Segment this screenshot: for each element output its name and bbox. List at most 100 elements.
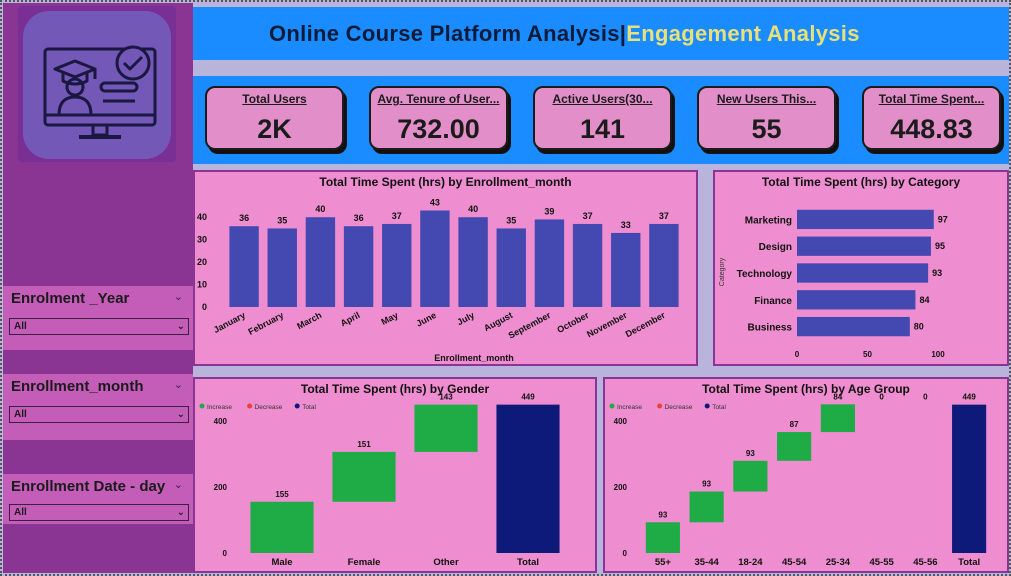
bar (952, 404, 987, 553)
bar (572, 223, 603, 307)
x-tick-label: 0 (795, 350, 800, 359)
x-tick-label: February (246, 310, 285, 337)
dropdown-value: All (14, 321, 27, 332)
x-tick-label: 100 (931, 350, 945, 359)
page-title: Online Course Platform Analysis|Engageme… (269, 21, 860, 47)
panel-category-chart: Total Time Spent (hrs) by Category Categ… (713, 170, 1009, 366)
y-tick-label: 20 (197, 257, 207, 267)
bar (496, 228, 526, 307)
x-tick-label: 55+ (655, 557, 672, 568)
x-tick-label: 45-54 (782, 557, 807, 568)
dropdown-value: All (14, 507, 27, 518)
data-label: 93 (746, 449, 755, 458)
x-tick-label: Male (271, 557, 292, 568)
slicer-enrollment-month: Enrollment_month ⌄ All ⌄ (3, 374, 193, 440)
y-tick-label: Design (759, 242, 792, 253)
legend-label: Increase (207, 404, 232, 411)
panel-age-chart: Total Time Spent (hrs) by Age Group Incr… (603, 377, 1009, 573)
bar (820, 404, 855, 433)
bar (332, 451, 396, 502)
x-tick-label: 18-24 (738, 557, 763, 568)
bar (534, 219, 565, 307)
x-tick-label: September (507, 310, 553, 341)
y-tick-label: 10 (197, 280, 207, 290)
kpi-card-active-users[interactable]: Active Users(30... 141 (533, 86, 672, 150)
bar (649, 223, 679, 307)
data-label: 151 (357, 440, 371, 449)
day-dropdown[interactable]: All ⌄ (9, 504, 189, 521)
panel-month-chart: Total Time Spent (hrs) by Enrollment_mon… (193, 170, 698, 366)
slicer-title: Enrollment Date - day (11, 478, 166, 495)
data-label: 93 (658, 510, 667, 519)
chevron-down-icon: ⌄ (176, 409, 185, 420)
bar (420, 210, 450, 307)
x-tick-label: April (339, 310, 362, 328)
bar (797, 290, 916, 310)
x-tick-label: 45-55 (869, 557, 894, 568)
legend-label: Total (302, 404, 316, 411)
data-label: 35 (277, 215, 287, 225)
x-tick-label: Total (958, 557, 980, 568)
collapse-icon[interactable]: ⌄ (174, 378, 183, 391)
y-tick-label: 40 (197, 212, 207, 222)
kpi-card-total-users[interactable]: Total Users 2K (205, 86, 344, 150)
legend-marker (247, 403, 253, 409)
bar (229, 226, 259, 307)
y-tick-label: 200 (214, 483, 228, 492)
category-bar-chart: Category 97 Marketing 95 Design 93 Technology 8… (719, 209, 948, 359)
bar (458, 217, 488, 307)
kpi-value: 2K (257, 114, 292, 144)
x-tick-label: March (295, 310, 323, 331)
data-label: 449 (521, 393, 535, 402)
kpi-label: Avg. Tenure of User... (377, 92, 500, 106)
x-tick-label: November (585, 310, 629, 340)
header-banner: Online Course Platform Analysis|Engageme… (193, 7, 1009, 60)
data-label: 37 (392, 211, 402, 221)
kpi-value: 732.00 (397, 114, 480, 144)
bar (797, 316, 910, 337)
kpi-card-avg-tenure[interactable]: Avg. Tenure of User... 732.00 (369, 86, 508, 150)
y-tick-label: 400 (614, 417, 628, 426)
collapse-icon[interactable]: ⌄ (174, 478, 183, 491)
data-label: 84 (919, 295, 929, 305)
data-label: 84 (833, 392, 842, 401)
y-tick-label: 0 (223, 549, 228, 558)
month-dropdown[interactable]: All ⌄ (9, 406, 189, 423)
data-label: 36 (239, 213, 249, 223)
bar (611, 232, 641, 307)
data-label: 155 (275, 490, 289, 499)
y-tick-label: 200 (614, 483, 628, 492)
kpi-value: 448.83 (890, 114, 973, 144)
kpi-value: 55 (751, 114, 782, 144)
data-label: 93 (932, 268, 942, 278)
data-label: 36 (354, 213, 364, 223)
y-tick-label: 0 (623, 549, 628, 558)
chevron-down-icon: ⌄ (176, 321, 185, 332)
data-label: 93 (702, 480, 711, 489)
kpi-label: Active Users(30... (552, 92, 653, 106)
slicer-title: Enrollment_month (11, 378, 144, 395)
y-tick-label: Business (748, 323, 793, 334)
data-label: 0 (923, 392, 928, 401)
legend-marker (704, 403, 710, 409)
collapse-icon[interactable]: ⌄ (174, 290, 183, 303)
legend-marker (199, 403, 205, 409)
bar (250, 501, 314, 553)
data-label: 37 (659, 211, 669, 221)
y-tick-label: 400 (214, 417, 228, 426)
y-tick-label: Marketing (745, 215, 792, 226)
data-label: 80 (914, 322, 924, 332)
bar (382, 223, 412, 307)
x-tick-label: 25-34 (826, 557, 851, 568)
data-label: 87 (790, 420, 799, 429)
kpi-card-new-users[interactable]: New Users This... 55 (697, 86, 836, 150)
kpi-card-total-time[interactable]: Total Time Spent... 448.83 (862, 86, 1001, 150)
year-dropdown[interactable]: All ⌄ (9, 318, 189, 335)
legend-label: Total (712, 404, 726, 411)
bar (777, 432, 812, 461)
data-label: 39 (544, 206, 554, 216)
data-label: 449 (962, 393, 976, 402)
data-label: 33 (621, 220, 631, 230)
kpi-label: Total Users (242, 92, 307, 106)
title-main: Online Course Platform Analysis| (269, 21, 627, 46)
